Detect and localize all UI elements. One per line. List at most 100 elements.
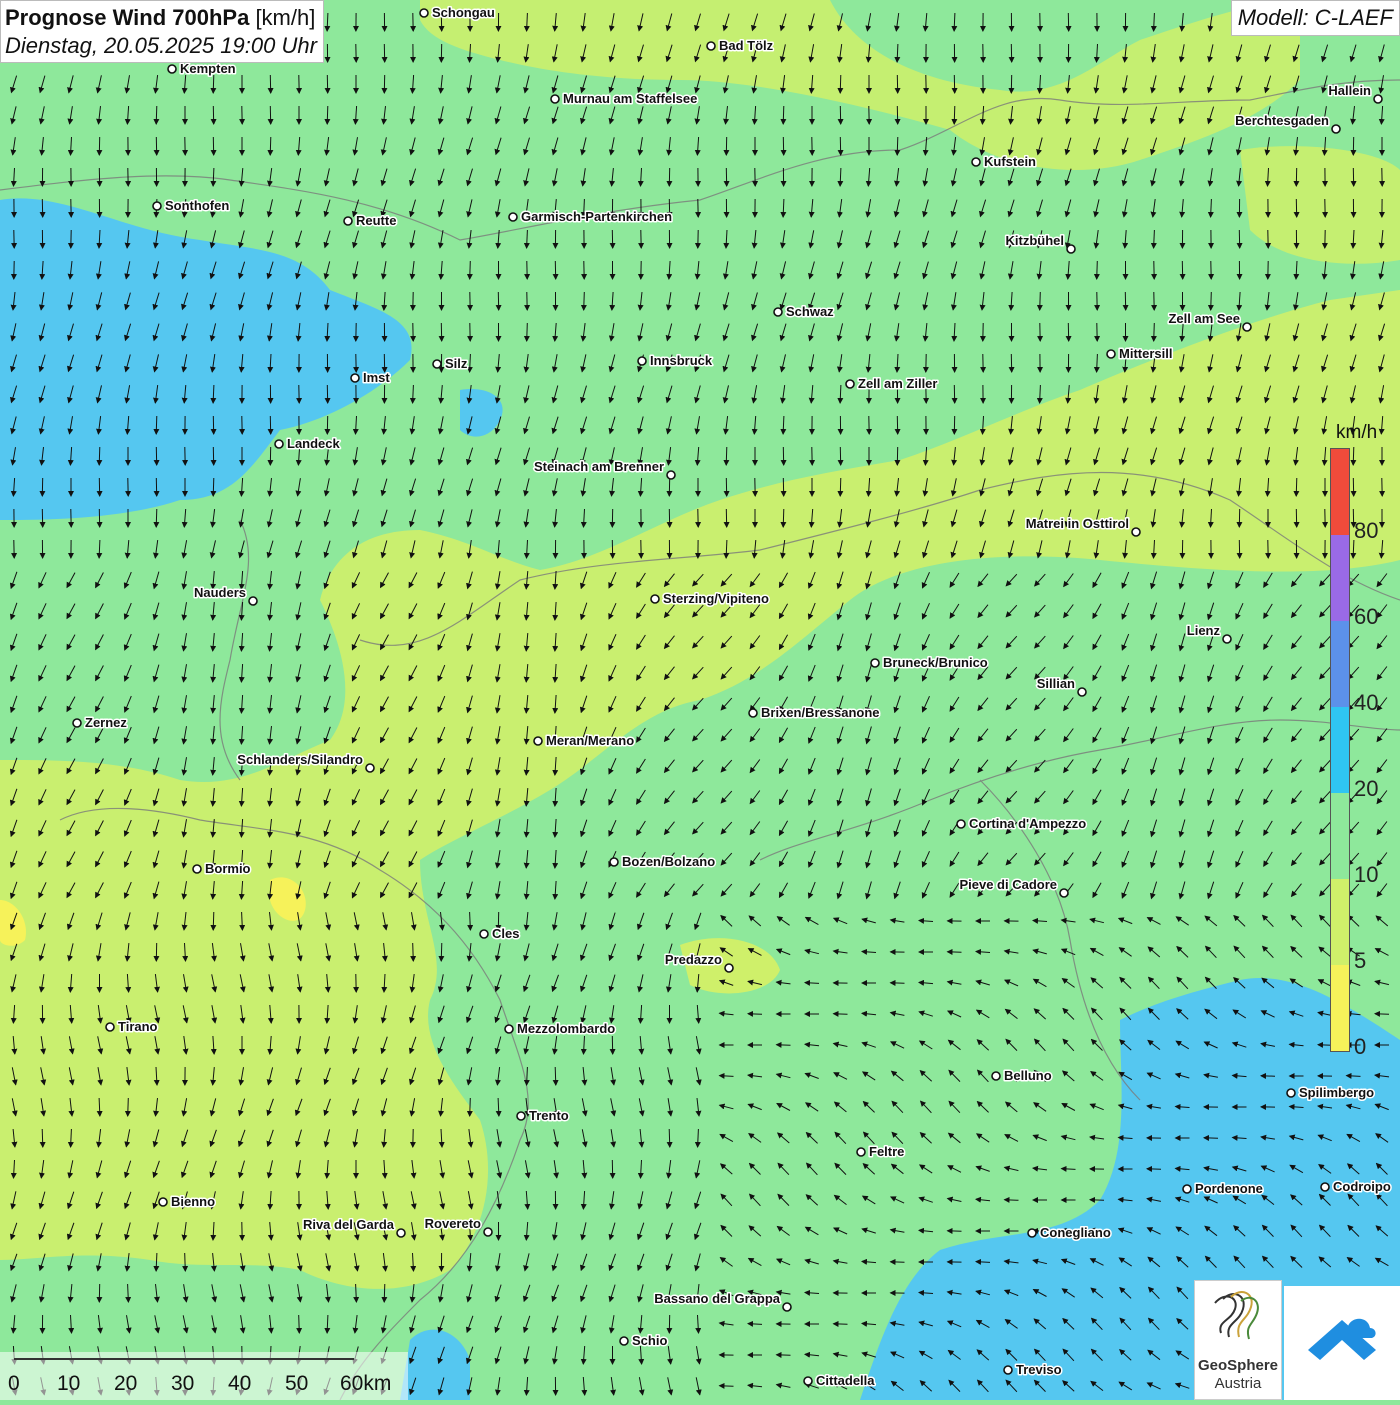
- place-dot: [1183, 1185, 1191, 1193]
- wind-arrow: [185, 1253, 186, 1271]
- place-label: Imst: [363, 370, 390, 385]
- wind-arrow: [726, 447, 727, 465]
- place-dot: [159, 1198, 167, 1206]
- place-label: Bozen/Bolzano: [622, 854, 715, 869]
- geosphere-country: Austria: [1195, 1375, 1281, 1392]
- place-dot: [1321, 1183, 1329, 1191]
- place-label: Pieve di Cadore: [959, 877, 1057, 892]
- place-marker[interactable]: Schongau: [420, 5, 495, 20]
- scale-label: 40: [228, 1372, 251, 1396]
- place-dot: [1060, 889, 1068, 897]
- place-dot: [193, 865, 201, 873]
- wind-arrow: [1296, 478, 1297, 496]
- app-mountain-icon: [1284, 1286, 1400, 1400]
- place-marker[interactable]: Bozen/Bolzano: [610, 854, 715, 869]
- legend-tick-label: 5: [1354, 948, 1366, 974]
- place-label: Sonthofen: [165, 198, 229, 213]
- legend-swatch: [1331, 879, 1349, 965]
- place-dot: [725, 964, 733, 972]
- place-label: Bruneck/Brunico: [883, 655, 988, 670]
- place-dot: [749, 709, 757, 717]
- place-label: Cles: [492, 926, 519, 941]
- wind-arrow: [441, 943, 442, 961]
- place-dot: [551, 95, 559, 103]
- legend-swatch: [1331, 621, 1349, 707]
- place-dot: [1067, 245, 1075, 253]
- place-marker[interactable]: Brixen/Bressanone: [749, 705, 880, 720]
- place-dot: [1028, 1229, 1036, 1237]
- wind-arrow: [840, 478, 841, 496]
- legend-swatch: [1331, 793, 1349, 879]
- place-marker[interactable]: Murnau am Staffelsee: [551, 91, 697, 106]
- place-dot: [972, 158, 980, 166]
- wind-arrow: [748, 1014, 762, 1015]
- place-dot: [505, 1025, 513, 1033]
- legend-tick-label: 0: [1354, 1034, 1366, 1060]
- place-marker[interactable]: Mezzolombardo: [505, 1021, 615, 1036]
- map-title: Prognose Wind 700hPa [km/h]: [5, 4, 317, 32]
- wind-arrow: [213, 912, 214, 930]
- place-dot: [517, 1112, 525, 1120]
- wind-arrow: [1154, 323, 1155, 341]
- place-label: Predazzo: [665, 952, 722, 967]
- place-dot: [1004, 1366, 1012, 1374]
- wind-arrow: [1005, 1200, 1019, 1201]
- wind-arrow: [555, 1067, 556, 1085]
- wind-arrow: [99, 447, 100, 465]
- place-dot: [420, 9, 428, 17]
- place-label: Cortina d'Ampezzo: [969, 816, 1086, 831]
- place-label: Tirano: [118, 1019, 158, 1034]
- place-dot: [73, 719, 81, 727]
- place-marker[interactable]: Sterzing/Vipiteno: [651, 591, 769, 606]
- place-dot: [957, 820, 965, 828]
- weather-app-logo[interactable]: [1284, 1286, 1400, 1400]
- legend-tick-label: 60: [1354, 604, 1378, 630]
- place-marker[interactable]: Bruneck/Brunico: [871, 655, 988, 670]
- place-dot: [344, 217, 352, 225]
- place-dot: [1223, 635, 1231, 643]
- place-label: Innsbruck: [650, 353, 713, 368]
- scale-label: 0: [8, 1372, 20, 1396]
- place-label: Matrei in Osttirol: [1026, 516, 1129, 531]
- place-dot: [667, 471, 675, 479]
- wind-arrow: [270, 137, 271, 155]
- place-label: Riva del Garda: [303, 1217, 395, 1232]
- wind-arrow: [156, 509, 157, 527]
- place-label: Hallein: [1328, 83, 1371, 98]
- wind-arrow: [213, 75, 214, 93]
- legend-tick-label: 80: [1354, 518, 1378, 544]
- place-dot: [783, 1303, 791, 1311]
- wind-arrow: [954, 106, 955, 124]
- place-marker[interactable]: Spilimbergo: [1287, 1085, 1374, 1100]
- place-marker[interactable]: Cortina d'Ampezzo: [957, 816, 1086, 831]
- wind-arrow: [1097, 261, 1098, 279]
- place-marker[interactable]: Zell am Ziller: [846, 376, 937, 391]
- wind-arrow: [470, 1098, 471, 1116]
- place-dot: [871, 659, 879, 667]
- legend-swatch: [1331, 449, 1349, 535]
- place-marker[interactable]: Innsbruck: [638, 353, 713, 368]
- place-dot: [397, 1229, 405, 1237]
- wind-arrow: [1040, 292, 1041, 310]
- place-marker[interactable]: Meran/Merano: [534, 733, 634, 748]
- geosphere-logo[interactable]: GeoSphere Austria: [1194, 1280, 1282, 1400]
- wind-arrow: [783, 509, 784, 527]
- legend-swatch: [1331, 965, 1349, 1051]
- wind-arrow: [327, 106, 328, 124]
- legend-tick-label: 20: [1354, 776, 1378, 802]
- place-label: Bassano del Grappa: [654, 1291, 780, 1306]
- place-marker[interactable]: Sonthofen: [153, 198, 229, 213]
- wind-arrow: [128, 1098, 129, 1116]
- place-label: Conegliano: [1040, 1225, 1111, 1240]
- place-marker[interactable]: Pordenone: [1183, 1181, 1263, 1196]
- place-label: Sillian: [1037, 676, 1075, 691]
- place-marker[interactable]: Garmisch-Partenkirchen: [509, 209, 672, 224]
- legend-tick-label: 10: [1354, 862, 1378, 888]
- scale-line: [14, 1358, 354, 1360]
- legend-color-bar: [1330, 448, 1350, 1052]
- place-dot: [804, 1377, 812, 1385]
- place-dot: [1287, 1089, 1295, 1097]
- wind-arrow: [669, 1129, 670, 1147]
- place-marker[interactable]: Conegliano: [1028, 1225, 1111, 1240]
- wind-arrow: [584, 292, 585, 310]
